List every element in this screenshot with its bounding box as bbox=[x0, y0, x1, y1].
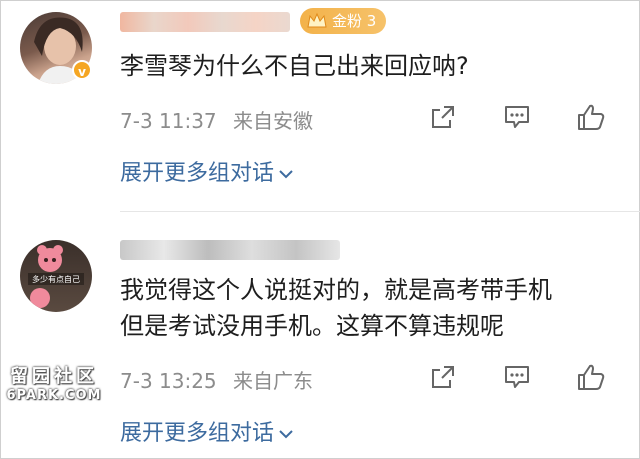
site-watermark: 留园社区 6PARK.COM bbox=[6, 362, 102, 403]
avatar-caption: 多少有点自己 bbox=[32, 274, 80, 284]
comment-text: 我觉得这个人说挺对的，就是高考带手机 但是考试没用手机。这算不算违规呢 bbox=[120, 272, 552, 344]
comment-time: 7-3 11:37 bbox=[120, 109, 217, 133]
comment-location: 来自安徽 bbox=[233, 109, 314, 133]
blurred-username[interactable] bbox=[120, 240, 340, 260]
expand-thread-label: 展开更多组对话 bbox=[120, 421, 275, 446]
like-button[interactable] bbox=[554, 360, 628, 394]
comment-item: v 金粉 3 李雪琴为什么不自己出来回应呐? 7-3 11:37 来自安徽 展开… bbox=[0, 0, 640, 212]
like-icon bbox=[578, 104, 605, 130]
divider bbox=[120, 211, 640, 212]
comment-text-line: 我觉得这个人说挺对的，就是高考带手机 bbox=[120, 276, 552, 304]
comment-location: 来自广东 bbox=[233, 369, 314, 393]
reply-button[interactable] bbox=[480, 360, 554, 394]
avatar-pink-bear: 多少有点自己 bbox=[28, 245, 84, 308]
comment-meta: 7-3 11:37 来自安徽 bbox=[120, 105, 313, 134]
avatar[interactable]: 多少有点自己 bbox=[20, 240, 92, 312]
chevron-down-icon bbox=[279, 430, 293, 439]
comment-actions bbox=[406, 100, 628, 134]
blurred-username[interactable] bbox=[120, 12, 290, 32]
expand-thread-link[interactable]: 展开更多组对话 bbox=[120, 415, 294, 447]
share-button[interactable] bbox=[406, 360, 480, 394]
comment-icon bbox=[505, 106, 529, 128]
comment-text-line: 但是考试没用手机。这算不算违规呢 bbox=[120, 312, 504, 340]
comment-actions bbox=[406, 360, 628, 394]
share-icon bbox=[432, 106, 454, 128]
expand-thread-label: 展开更多组对话 bbox=[120, 161, 275, 186]
crown-icon bbox=[307, 12, 327, 28]
fan-level-badge[interactable]: 金粉 3 bbox=[300, 8, 387, 34]
like-icon bbox=[578, 364, 605, 390]
comment-icon bbox=[505, 366, 529, 388]
comment-time: 7-3 13:25 bbox=[120, 369, 217, 393]
comment-text: 李雪琴为什么不自己出来回应呐? bbox=[120, 52, 469, 80]
expand-thread-link[interactable]: 展开更多组对话 bbox=[120, 155, 294, 187]
badge-label: 金粉 3 bbox=[332, 12, 377, 30]
verified-badge-icon: v bbox=[72, 60, 92, 80]
chevron-down-icon bbox=[279, 170, 293, 179]
like-button[interactable] bbox=[554, 100, 628, 134]
share-button[interactable] bbox=[406, 100, 480, 134]
watermark-line: 留园社区 bbox=[10, 366, 98, 387]
reply-button[interactable] bbox=[480, 100, 554, 134]
share-icon bbox=[432, 366, 454, 388]
comment-meta: 7-3 13:25 来自广东 bbox=[120, 365, 313, 394]
watermark-line: 6PARK.COM bbox=[6, 388, 102, 403]
